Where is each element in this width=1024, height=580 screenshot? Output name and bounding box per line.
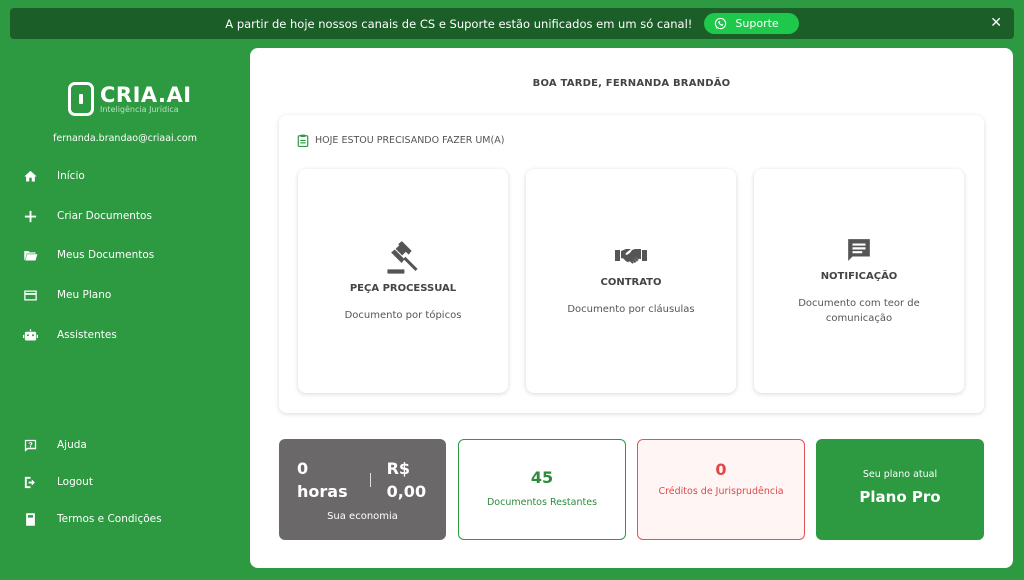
announcement-banner: A partir de hoje nossos canais de CS e S…	[10, 8, 1014, 39]
gavel-icon	[387, 241, 418, 274]
support-button[interactable]: Suporte	[704, 13, 799, 34]
savings-card: 0 horas R$ 0,00 Sua economia	[279, 439, 446, 540]
current-plan-card[interactable]: Seu plano atual Plano Pro	[816, 439, 984, 540]
sidebar-item-label: Assistentes	[57, 329, 117, 341]
robot-icon	[22, 327, 38, 343]
credit-card-icon	[22, 287, 38, 303]
sidebar-item-ajuda[interactable]: Ajuda	[22, 437, 87, 453]
brand-name: CRIA.AI	[100, 83, 192, 107]
close-icon[interactable]: ✕	[990, 15, 1002, 31]
plan-name: Plano Pro	[859, 488, 941, 506]
user-email: fernanda.brandao@criaai.com	[53, 133, 197, 144]
savings-label: Sua economia	[327, 511, 398, 522]
card-title: PEÇA PROCESSUAL	[349, 283, 457, 294]
documents-remaining-value: 45	[530, 468, 554, 487]
credits-label: Créditos de Jurisprudência	[658, 486, 784, 497]
message-icon	[848, 239, 870, 261]
greeting-title: BOA TARDE, FERNANDA BRANDÃO	[532, 78, 731, 89]
sidebar-item-label: Logout	[57, 476, 93, 488]
sidebar-item-label: Meus Documentos	[57, 249, 155, 261]
documents-remaining-label: Documentos Restantes	[486, 497, 598, 508]
sidebar-item-inicio[interactable]: Início	[22, 168, 85, 184]
need-title-label: HOJE ESTOU PRECISANDO FAZER UM(A)	[315, 135, 505, 146]
help-icon	[22, 437, 38, 453]
credits-value: 0	[715, 460, 727, 479]
sidebar-item-logout[interactable]: Logout	[22, 474, 93, 490]
logo-mark-icon	[68, 82, 94, 116]
sidebar-item-label: Meu Plano	[57, 289, 112, 301]
sidebar-item-criar-documentos[interactable]: Criar Documentos	[22, 208, 152, 224]
document-type-panel: HOJE ESTOU PRECISANDO FAZER UM(A) PEÇA P…	[279, 115, 984, 413]
logout-icon	[22, 474, 38, 490]
main-content: BOA TARDE, FERNANDA BRANDÃO HOJE ESTOU P…	[250, 48, 1013, 568]
home-icon	[22, 168, 38, 184]
sidebar-item-meus-documentos[interactable]: Meus Documentos	[22, 247, 154, 263]
documents-remaining-card: 45 Documentos Restantes	[458, 439, 626, 540]
banner-message: A partir de hoje nossos canais de CS e S…	[225, 16, 693, 31]
card-contrato[interactable]: CONTRATO Documento por cláusulas	[526, 169, 736, 393]
card-title: CONTRATO	[600, 277, 662, 288]
brand-tagline: Inteligência Jurídica	[100, 105, 179, 114]
sidebar-item-label: Termos e Condições	[57, 513, 162, 525]
card-description: Documento por cláusulas	[567, 304, 695, 315]
sidebar-item-label: Ajuda	[57, 439, 87, 451]
handshake-icon	[615, 249, 647, 264]
sidebar-item-assistentes[interactable]: Assistentes	[22, 327, 117, 343]
money-value: 0,00	[386, 482, 427, 501]
hours-value: 0	[297, 459, 309, 478]
hours-unit: horas	[297, 482, 348, 501]
savings-divider	[369, 473, 371, 487]
card-description: Documento por tópicos	[344, 310, 462, 321]
brand-logo[interactable]: CRIA.AI Inteligência Jurídica	[68, 82, 192, 116]
folder-icon	[22, 247, 38, 263]
sidebar-item-label: Criar Documentos	[57, 210, 152, 222]
clipboard-icon	[297, 134, 309, 147]
need-title: HOJE ESTOU PRECISANDO FAZER UM(A)	[297, 134, 504, 147]
card-peca-processual[interactable]: PEÇA PROCESSUAL Documento por tópicos	[298, 169, 508, 393]
plus-icon	[22, 208, 38, 224]
card-notificacao[interactable]: NOTIFICAÇÃO Documento com teor de comuni…	[754, 169, 964, 393]
sidebar-item-label: Início	[57, 170, 85, 182]
plan-caption: Seu plano atual	[862, 469, 938, 480]
sidebar-item-meu-plano[interactable]: Meu Plano	[22, 287, 111, 303]
whatsapp-icon	[715, 17, 727, 30]
sidebar-item-termos[interactable]: Termos e Condições	[22, 511, 162, 527]
book-icon	[22, 511, 38, 527]
card-description: Documento com teor de comunicação	[798, 298, 920, 324]
support-button-label: Suporte	[735, 17, 779, 30]
card-title: NOTIFICAÇÃO	[820, 271, 898, 282]
credits-card: 0 Créditos de Jurisprudência	[637, 439, 805, 540]
currency-symbol: R$	[386, 459, 411, 478]
